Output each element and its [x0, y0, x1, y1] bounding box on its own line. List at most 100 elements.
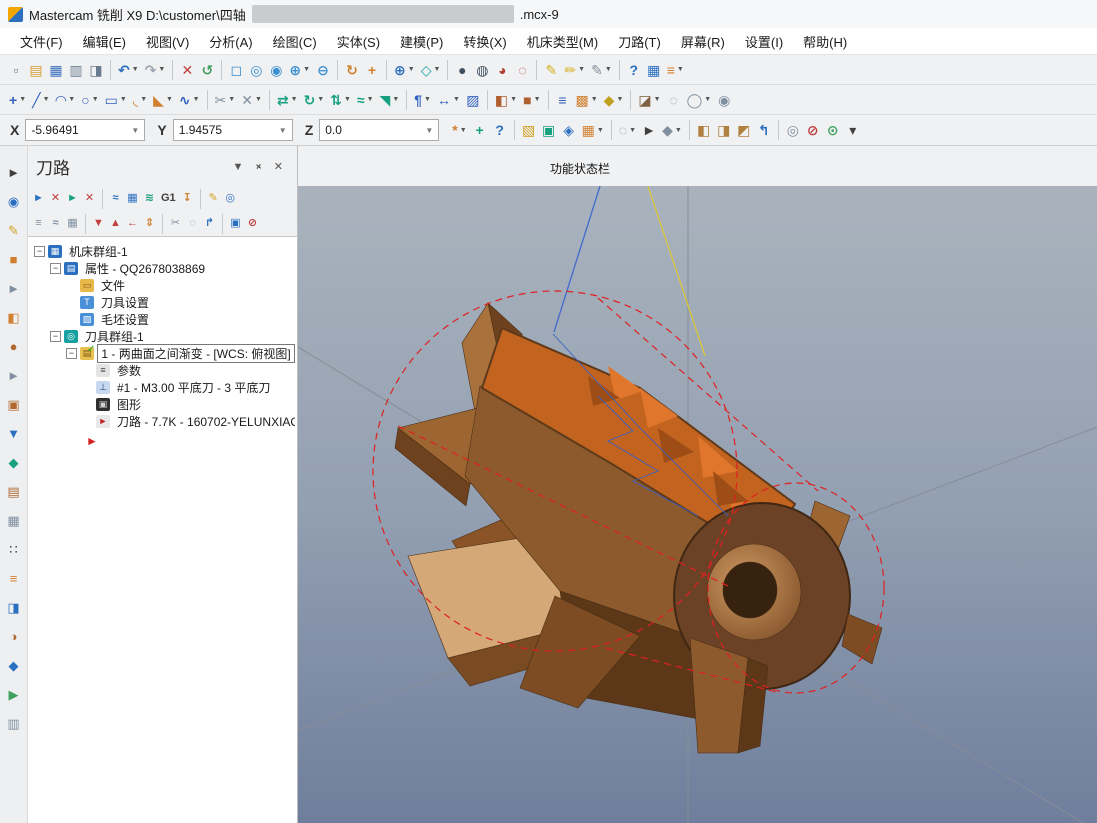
zoom-out-icon[interactable]: ⊖ [314, 58, 332, 82]
select-solid-face-icon[interactable]: ◧ [695, 118, 713, 142]
select-window-icon[interactable]: ◌▼ [617, 118, 638, 142]
tree-item[interactable]: T刀具设置 [30, 294, 295, 311]
z-dropdown-icon[interactable]: ▼ [425, 126, 433, 135]
menu-item[interactable]: 设置(I) [735, 28, 793, 55]
tree-item[interactable]: ⊥#1 - M3.00 平底刀 - 3 平底刀 [30, 379, 295, 396]
tree-item[interactable]: ►刀路 - 7.7K - 160702-YELUNXIAO.I [30, 413, 295, 430]
zoom-in-icon[interactable]: ⊕▼ [287, 58, 312, 82]
move-up-icon[interactable]: ▲ [108, 214, 123, 234]
material-icon[interactable]: ◪▼ [636, 88, 662, 112]
tree-expander-icon[interactable]: − [66, 348, 77, 359]
select-vertex-icon[interactable]: ◆▼ [660, 118, 684, 142]
undo-icon[interactable]: ↶▼ [116, 58, 141, 82]
strip-down-icon[interactable]: ▼ [3, 423, 25, 444]
regen-all-icon[interactable]: ▦ [125, 189, 140, 209]
z-coordinate-input[interactable]: 0.0 ▼ [319, 119, 439, 141]
strip-arrow2-icon[interactable]: ► [3, 365, 25, 386]
save-icon[interactable]: ▦ [47, 58, 65, 82]
tree-item[interactable]: ▭文件 [30, 277, 295, 294]
autocursor-icon[interactable]: *▼ [450, 118, 468, 142]
strip-plane-icon[interactable]: ◧ [3, 307, 25, 328]
select-dirty-icon[interactable]: ► [65, 189, 80, 209]
regen-selected-icon[interactable]: ≈ [108, 189, 123, 209]
panel-help-icon[interactable]: ◎ [223, 189, 238, 209]
gview-icon[interactable]: ⊕▼ [392, 58, 417, 82]
trim-icon[interactable]: ✂▼ [213, 88, 238, 112]
strip-tool-icon[interactable]: ◆ [3, 452, 25, 473]
post-g1-icon[interactable]: G1 [159, 189, 178, 209]
tree-item[interactable]: ▣图形 [30, 396, 295, 413]
strip-layers-icon[interactable]: ≡ [3, 568, 25, 589]
menu-item[interactable]: 机床类型(M) [517, 28, 609, 55]
edit-feed-icon[interactable]: ✎ [206, 189, 221, 209]
tree-item[interactable]: ▧毛坯设置 [30, 311, 295, 328]
panel-collapse-icon[interactable]: ▼ [226, 161, 249, 173]
cut-operation-icon[interactable]: ✂ [168, 214, 183, 234]
combine-views-icon[interactable]: ≡▼ [665, 58, 686, 82]
note-icon[interactable]: ¶▼ [412, 88, 433, 112]
insert-position-arrow-icon[interactable]: ► [86, 434, 98, 448]
strip-box-icon[interactable]: ▣ [3, 394, 25, 415]
strip-analysis-icon[interactable]: ◉ [3, 191, 25, 212]
strip-workpiece-icon[interactable]: ▤ [3, 481, 25, 502]
help-icon[interactable]: ? [625, 58, 643, 82]
menu-item[interactable]: 视图(V) [136, 28, 199, 55]
shading-material-icon[interactable]: ◕ [493, 58, 511, 82]
sketch-pencil2-icon[interactable]: ✏▼ [562, 58, 587, 82]
gear-icon[interactable]: ◎ [784, 118, 802, 142]
strip-note-icon[interactable]: ✎ [3, 220, 25, 241]
more-options-icon[interactable]: ▾ [844, 118, 862, 142]
select-solid-edge-icon[interactable]: ◩ [735, 118, 753, 142]
tree-item[interactable]: −◎刀具群组-1 [30, 328, 295, 345]
insert-position-icon[interactable]: ← [125, 214, 140, 234]
undelete-icon[interactable]: ↺ [198, 58, 216, 82]
rectangle-icon[interactable]: ▭▼ [103, 88, 129, 112]
unselect-dirty-icon[interactable]: ✕ [82, 189, 97, 209]
print-icon[interactable]: ▥ [67, 58, 85, 82]
rapid-feed-icon[interactable]: ↧ [180, 189, 195, 209]
select-cursor-icon[interactable]: ► [640, 118, 658, 142]
xform-mirror-icon[interactable]: ⇅▼ [328, 88, 353, 112]
strip-arrow-icon[interactable]: ► [3, 278, 25, 299]
grid-snap-icon[interactable]: ▦▼ [580, 118, 606, 142]
strip-lathe-icon[interactable]: ◑ [3, 626, 25, 647]
point-icon[interactable]: +▼ [7, 88, 28, 112]
shading-on-icon[interactable]: ◍ [473, 58, 491, 82]
sketch-pencil-icon[interactable]: ✎ [542, 58, 560, 82]
grid-toggle-icon[interactable]: ▦ [645, 58, 663, 82]
menu-item[interactable]: 文件(F) [10, 28, 73, 55]
open-file-icon[interactable]: ▤ [27, 58, 45, 82]
dimension-icon[interactable]: ↔▼ [435, 88, 462, 112]
select-all-operations-icon[interactable]: ► [31, 189, 46, 209]
tree-expander-icon[interactable]: − [50, 263, 61, 274]
select-group-icon[interactable]: ▣ [540, 118, 558, 142]
levels-icon[interactable]: ≡ [554, 88, 572, 112]
select-mask-icon[interactable]: ◈ [560, 118, 578, 142]
scroll-ops-icon[interactable]: ⇕ [142, 214, 157, 234]
shading-off-icon[interactable]: ● [453, 58, 471, 82]
hatch-icon[interactable]: ▨ [464, 88, 482, 112]
construction-plane-icon[interactable]: ◇▼ [419, 58, 443, 82]
strip-mill-icon[interactable]: ◨ [3, 597, 25, 618]
copy-operation-icon[interactable]: ◌ [185, 214, 200, 234]
backplot-icon[interactable]: ≋ [142, 189, 157, 209]
zoom-fit-icon[interactable]: ◉ [267, 58, 285, 82]
toggle-toolpath-display-icon[interactable]: ≈ [48, 214, 63, 234]
xform-offset-icon[interactable]: ≈▼ [355, 88, 376, 112]
select-last-icon[interactable]: ↰ [755, 118, 773, 142]
analyze-pencil-icon[interactable]: ✎▼ [589, 58, 614, 82]
zoom-window-icon[interactable]: ◻ [227, 58, 245, 82]
strip-dots-icon[interactable]: ∷ [3, 539, 25, 560]
menu-item[interactable]: 屏幕(R) [671, 28, 735, 55]
menu-item[interactable]: 转换(X) [453, 28, 516, 55]
break-icon[interactable]: ✕▼ [239, 88, 264, 112]
xform-translate-icon[interactable]: ⇄▼ [275, 88, 300, 112]
hide-entity-icon[interactable]: ◌ [665, 88, 683, 112]
new-file-icon[interactable]: ▫ [7, 58, 25, 82]
display-options-icon[interactable]: ▣ [228, 214, 243, 234]
tree-expander-icon[interactable]: − [50, 331, 61, 342]
solid-icon[interactable]: ■▼ [521, 88, 542, 112]
strip-post-icon[interactable]: ▥ [3, 713, 25, 734]
help-circle-icon[interactable]: ? [491, 118, 509, 142]
strip-drill-icon[interactable]: ◆ [3, 655, 25, 676]
